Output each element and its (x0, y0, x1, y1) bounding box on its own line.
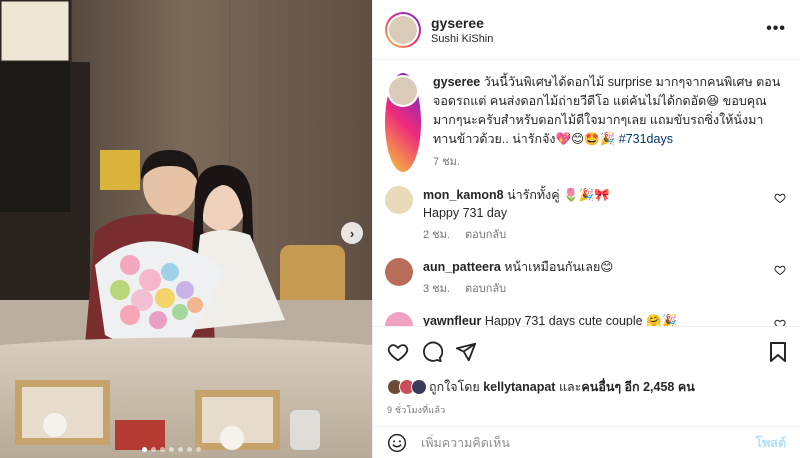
like-heart-icon[interactable] (387, 341, 409, 363)
carousel-dot (169, 447, 174, 452)
like-comment-heart-icon[interactable] (774, 318, 786, 326)
comment-time: 3 ชม. (423, 283, 450, 295)
carousel-dot (142, 447, 147, 452)
avatar (411, 379, 427, 395)
likes-prefix: ถูกใจโดย (429, 380, 480, 394)
carousel-dot (151, 447, 156, 452)
share-send-icon[interactable] (455, 341, 477, 363)
comment-item: yawnfleur Happy 731 days cute couple 🤗🎉 (385, 312, 786, 326)
more-options-icon[interactable]: ••• (766, 20, 786, 38)
likes-summary: ถูกใจโดย kellytanapat และ คนอื่นๆ อีก 2,… (387, 377, 786, 397)
caption-time: 7 ชม. (433, 156, 460, 168)
post-actions: ถูกใจโดย kellytanapat และ คนอื่นๆ อีก 2,… (373, 326, 800, 426)
post-details-panel: gyseree Sushi KiShin ••• gyseree วันนี้ว… (372, 0, 800, 458)
reply-button[interactable]: ตอบกลับ (465, 229, 506, 241)
liker-avatars[interactable] (387, 379, 427, 395)
reply-button[interactable]: ตอบกลับ (465, 283, 506, 295)
avatar[interactable] (385, 258, 413, 286)
carousel-dot (196, 447, 201, 452)
carousel-dots (142, 447, 201, 452)
comment-item: mon_kamon8 น่ารักทั้งคู่ 🌷🎉🎀 Happy 731 d… (385, 186, 786, 244)
emoji-icon[interactable] (387, 433, 407, 453)
comment-time: 2 ชม. (423, 229, 450, 241)
avatar[interactable] (385, 312, 413, 326)
bookmark-icon[interactable] (768, 341, 788, 363)
caption: gyseree วันนี้วันพิเศษได้ดอกไม้ surprise… (385, 73, 786, 172)
comment-input[interactable]: เพิ่มความคิดเห็น (421, 433, 755, 453)
likes-and: และ (558, 380, 582, 394)
comment-item: aun_patteera หน้าเหมือนกันเลย😊 3 ชม. ตอบ… (385, 258, 786, 298)
likes-others-link[interactable]: คนอื่นๆ อีก 2,458 คน (581, 377, 694, 397)
caption-username[interactable]: gyseree (433, 75, 480, 89)
comments-list[interactable]: gyseree วันนี้วันพิเศษได้ดอกไม้ surprise… (373, 61, 800, 326)
comment-text: หน้าเหมือนกันเลย😊 (504, 260, 614, 274)
post-photo[interactable]: › (0, 0, 372, 458)
caption-text: วันนี้วันพิเศษได้ดอกไม้ surprise มากๆจาก… (433, 75, 781, 146)
carousel-next-button[interactable]: › (341, 222, 363, 244)
liker-username[interactable]: kellytanapat (483, 380, 555, 394)
comment-icon[interactable] (421, 341, 443, 363)
carousel-dot (187, 447, 192, 452)
comment-username[interactable]: mon_kamon8 (423, 188, 504, 202)
comment-composer: เพิ่มความคิดเห็น โพสต์ (373, 426, 800, 458)
post-timestamp: 9 ชั่วโมงที่แล้ว (387, 405, 446, 415)
post-location[interactable]: Sushi KiShin (431, 33, 493, 45)
comment-username[interactable]: aun_patteera (423, 260, 501, 274)
carousel-dot (160, 447, 165, 452)
carousel-dot (178, 447, 183, 452)
story-ring[interactable] (385, 73, 421, 172)
avatar (389, 77, 417, 105)
post-username[interactable]: gyseree (431, 15, 493, 31)
avatar[interactable] (385, 186, 413, 214)
like-comment-heart-icon[interactable] (774, 192, 786, 204)
comment-username[interactable]: yawnfleur (423, 314, 481, 326)
comment-text: น่ารักทั้งคู่ 🌷🎉🎀 (507, 188, 610, 202)
comment-text-line2: Happy 731 day (423, 206, 508, 220)
story-ring[interactable] (385, 11, 421, 48)
hashtag-link[interactable]: #731days (619, 132, 673, 146)
couple-photo (0, 0, 372, 458)
post-comment-button[interactable]: โพสต์ (755, 433, 786, 453)
post-header: gyseree Sushi KiShin ••• (373, 0, 800, 60)
comment-text: Happy 731 days cute couple 🤗🎉 (484, 314, 678, 326)
like-comment-heart-icon[interactable] (774, 264, 786, 276)
avatar (389, 15, 417, 44)
